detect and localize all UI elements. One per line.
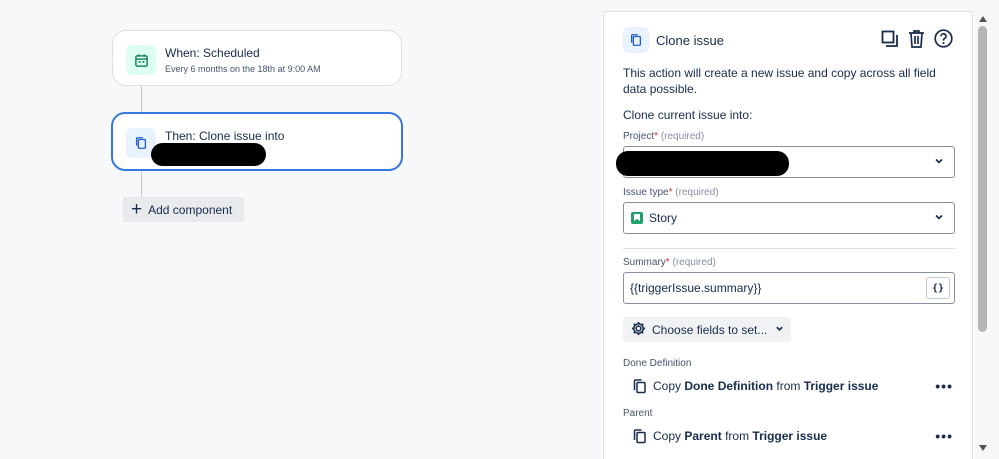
scroll-up-arrow-icon[interactable]	[979, 16, 987, 22]
summary-input[interactable]: {{triggerIssue.summary}} {}	[623, 272, 955, 304]
trigger-node[interactable]: When: Scheduled Every 6 months on the 18…	[112, 30, 402, 86]
project-label: Project* (required)	[623, 131, 705, 142]
panel-description: This action will create a new issue and …	[623, 66, 936, 96]
issue-type-select[interactable]: Story	[623, 202, 955, 234]
copy-prefix: Copy	[653, 379, 682, 393]
smart-value-button[interactable]: {}	[926, 277, 950, 299]
trigger-title: When: Scheduled	[165, 46, 260, 60]
copy-icon	[633, 428, 647, 444]
project-select[interactable]	[616, 146, 955, 178]
redaction-mark	[616, 151, 789, 176]
copy-from: from	[776, 379, 801, 393]
section-label-done-definition: Done Definition	[623, 358, 692, 369]
help-icon[interactable]	[933, 28, 954, 49]
chevron-down-icon	[775, 324, 784, 335]
panel-title: Clone issue	[656, 33, 724, 48]
copy-icon	[633, 378, 647, 394]
action-title: Then: Clone issue into	[165, 129, 285, 143]
summary-value: {{triggerIssue.summary}}	[630, 281, 762, 295]
divider	[623, 248, 955, 249]
chevron-down-icon	[934, 156, 944, 169]
trash-icon[interactable]	[906, 28, 927, 49]
copy-source: Trigger issue	[752, 429, 828, 443]
calendar-icon	[126, 45, 156, 75]
copy-source: Trigger issue	[803, 379, 879, 393]
plus-icon: +	[131, 199, 143, 220]
summary-label: Summary* (required)	[623, 257, 716, 268]
chevron-down-icon	[934, 212, 944, 225]
connector-line	[141, 86, 142, 112]
issue-type-label: Issue type* (required)	[623, 187, 719, 198]
clone-issue-panel: Clone issue This action will create a ne…	[603, 11, 973, 459]
panel-scrollbar[interactable]	[976, 12, 990, 455]
issue-type-value: Story	[649, 211, 678, 225]
copy-field-row: Copy Done Definition from Trigger issue …	[633, 377, 955, 395]
scroll-down-arrow-icon[interactable]	[979, 445, 987, 451]
more-options-icon[interactable]: •••	[935, 428, 953, 444]
add-component-label: Add component	[148, 202, 233, 217]
choose-fields-button[interactable]: Choose fields to set...	[623, 317, 791, 342]
copy-icon	[623, 27, 649, 53]
copy-prefix: Copy	[653, 429, 682, 443]
scrollbar-thumb[interactable]	[978, 26, 987, 332]
redaction-mark	[151, 143, 266, 166]
copy-field-row: Copy Parent from Trigger issue •••	[633, 427, 955, 445]
connector-line	[141, 171, 142, 197]
choose-fields-label: Choose fields to set...	[652, 322, 768, 337]
more-options-icon[interactable]: •••	[935, 378, 953, 394]
gear-icon	[631, 321, 646, 339]
trigger-schedule: Every 6 months on the 18th at 9:00 AM	[165, 64, 321, 74]
action-node[interactable]: Then: Clone issue into	[111, 112, 403, 171]
story-icon	[631, 212, 643, 224]
section-label-parent: Parent	[623, 408, 653, 419]
clone-into-label: Clone current issue into:	[623, 108, 753, 122]
copy-field-name: Done Definition	[684, 379, 774, 393]
copy-from: from	[725, 429, 750, 443]
duplicate-icon[interactable]	[879, 28, 900, 49]
copy-field-name: Parent	[684, 429, 722, 443]
add-component-button[interactable]: + Add component	[123, 197, 244, 222]
